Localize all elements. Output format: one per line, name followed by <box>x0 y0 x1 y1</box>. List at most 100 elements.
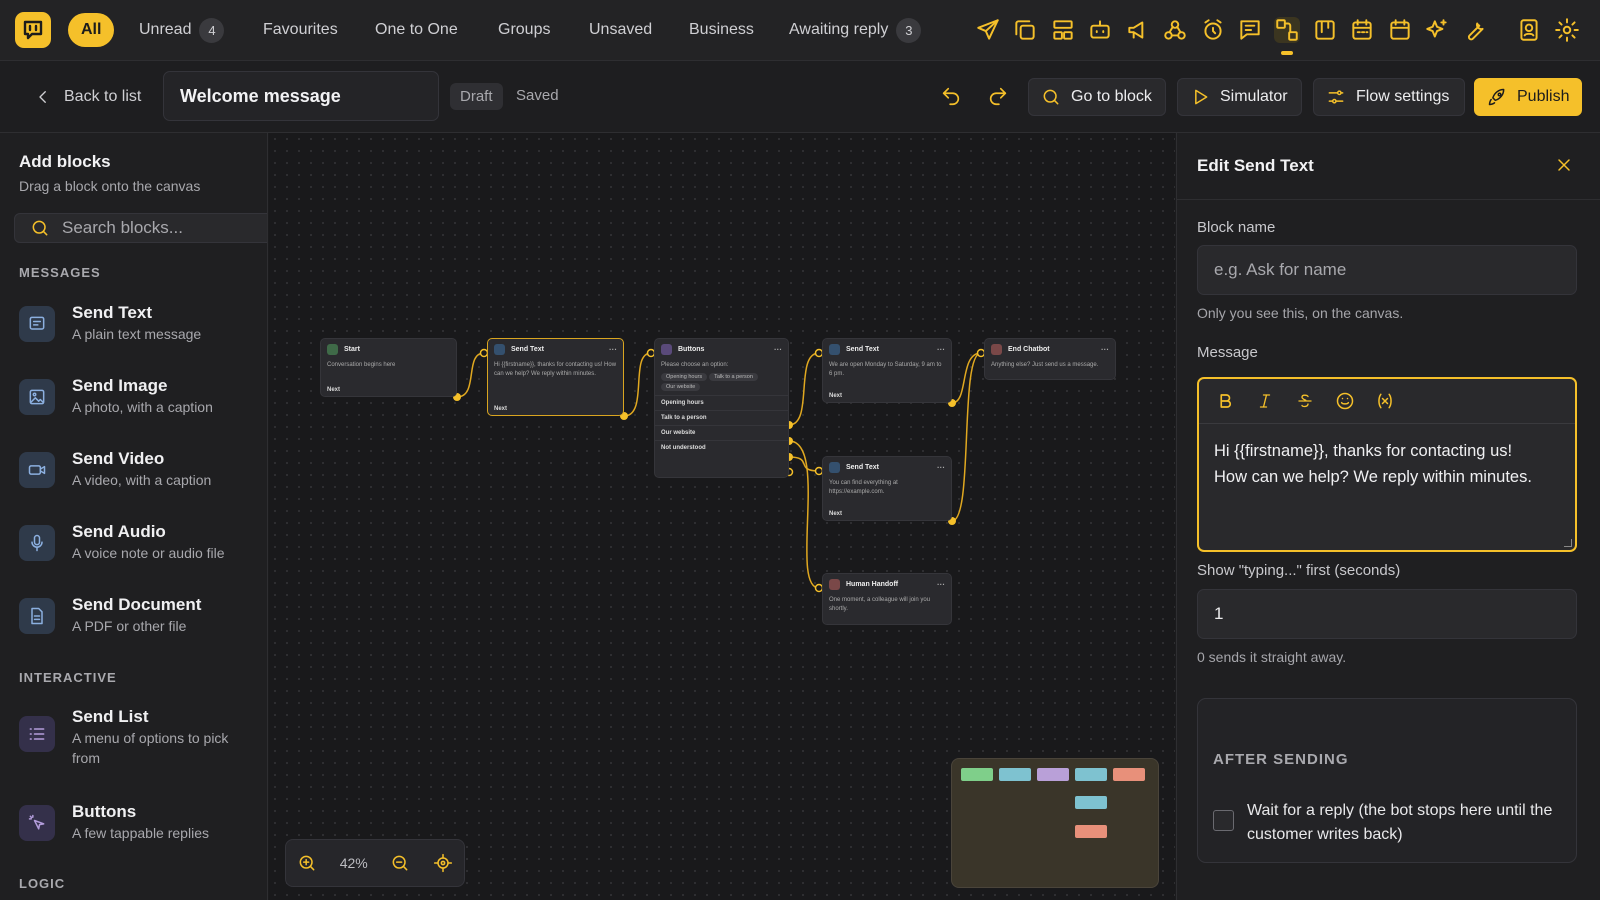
output-our-website: Our website <box>655 425 788 440</box>
emoji-icon[interactable] <box>1331 387 1359 415</box>
node-human-handoff[interactable]: Human Handoff ··· One moment, a colleague… <box>822 573 952 625</box>
message-template-icon[interactable] <box>1237 17 1263 43</box>
awaiting-count-badge: 3 <box>896 17 922 43</box>
more-icon[interactable]: ··· <box>937 463 945 472</box>
bold-icon[interactable] <box>1211 387 1239 415</box>
undo-icon[interactable] <box>940 85 962 107</box>
tap-icon <box>19 805 55 841</box>
node-send-text-website[interactable]: Send Text ··· You can find everything at … <box>822 456 952 521</box>
filter-tab-favourites[interactable]: Favourites <box>263 13 338 47</box>
publish-button[interactable]: Publish <box>1474 78 1582 116</box>
block-send-audio[interactable]: Send Audio A voice note or audio file <box>19 521 264 563</box>
more-icon[interactable]: ··· <box>609 345 617 354</box>
more-icon[interactable]: ··· <box>937 580 945 589</box>
block-send-list[interactable]: Send List A menu of options to pick from <box>19 706 264 768</box>
variable-icon[interactable] <box>1371 387 1399 415</box>
typing-delay-input[interactable]: 1 <box>1197 589 1577 639</box>
node-send-text-hours[interactable]: Send Text ··· We are open Monday to Satur… <box>822 338 952 403</box>
more-icon[interactable]: ··· <box>1101 345 1109 354</box>
more-icon[interactable]: ··· <box>774 345 782 354</box>
editor-title: Edit Send Text <box>1197 156 1314 175</box>
webhook-icon[interactable] <box>1162 17 1188 43</box>
block-send-document[interactable]: Send Document A PDF or other file <box>19 594 264 636</box>
edge-send-buttons <box>623 352 652 417</box>
after-sending-card: AFTER SENDING Wait for a reply (the bot … <box>1197 698 1577 863</box>
more-icon[interactable]: ··· <box>937 345 945 354</box>
block-send-video[interactable]: Send Video A video, with a caption <box>19 448 264 490</box>
wrench-icon[interactable] <box>1462 17 1488 43</box>
go-to-block-button[interactable]: Go to block <box>1028 78 1166 116</box>
filter-tab-awaiting-reply[interactable]: Awaiting reply 3 <box>789 13 922 47</box>
schedule-icon[interactable] <box>1200 17 1226 43</box>
flow-toolbar: Back to list Welcome message Draft Saved… <box>0 61 1600 133</box>
minimap-node-end <box>1113 768 1145 781</box>
block-name-input[interactable]: e.g. Ask for name <box>1197 245 1577 295</box>
zoom-out-icon[interactable] <box>390 853 410 873</box>
video-icon <box>19 452 55 488</box>
edge-send3-end <box>951 352 982 522</box>
top-bar: All Unread 4 Favourites One to One Groups… <box>0 0 1600 61</box>
block-buttons[interactable]: Buttons A few tappable replies <box>19 801 264 843</box>
filter-tab-unsaved[interactable]: Unsaved <box>589 13 652 47</box>
message-textarea[interactable]: Hi {{firstname}}, thanks for contacting … <box>1199 424 1575 504</box>
copy-icon[interactable] <box>1012 17 1038 43</box>
node-send-text-welcome[interactable]: Send Text ··· Hi {{firstname}}, thanks fo… <box>487 338 624 416</box>
kanban-icon[interactable] <box>1312 17 1338 43</box>
section-heading-messages: MESSAGES <box>19 265 101 280</box>
back-to-list-link[interactable]: Back to list <box>34 88 141 106</box>
divider <box>1177 199 1600 200</box>
node-end-chatbot[interactable]: End Chatbot ··· Anything else? Just send … <box>984 338 1116 380</box>
sparkles-icon[interactable] <box>1424 17 1450 43</box>
app-logo-icon[interactable] <box>15 12 51 48</box>
layout-icon[interactable] <box>1050 17 1076 43</box>
minimap-node-start <box>961 768 993 781</box>
simulator-button[interactable]: Simulator <box>1177 78 1302 116</box>
block-search-input[interactable]: Search blocks... <box>14 213 267 243</box>
block-library-panel: Add blocks Drag a block onto the canvas … <box>0 133 268 900</box>
fit-view-icon[interactable] <box>433 853 453 873</box>
contacts-icon[interactable] <box>1516 17 1542 43</box>
filter-tab-groups[interactable]: Groups <box>498 13 550 47</box>
minimap-node-send-text-website <box>1075 796 1107 809</box>
minimap[interactable] <box>951 758 1159 888</box>
panel-subtitle: Drag a block onto the canvas <box>19 178 201 194</box>
wait-for-reply-label: Wait for a reply (the bot stops here unt… <box>1247 802 1553 843</box>
block-send-image[interactable]: Send Image A photo, with a caption <box>19 375 264 417</box>
typing-delay-hint: 0 sends it straight away. <box>1197 649 1347 665</box>
resize-handle-icon[interactable] <box>1564 539 1572 547</box>
node-buttons[interactable]: Buttons ··· Please choose an option: Open… <box>654 338 789 478</box>
filter-tab-business[interactable]: Business <box>689 13 754 47</box>
megaphone-icon[interactable] <box>1125 17 1151 43</box>
flag-icon <box>327 343 338 355</box>
play-icon <box>1190 87 1210 107</box>
search-icon <box>30 218 50 238</box>
minimap-node-send-text <box>999 768 1031 781</box>
calendar-grid-icon[interactable] <box>1349 17 1375 43</box>
redo-icon[interactable] <box>987 85 1009 107</box>
calendar-icon[interactable] <box>1387 17 1413 43</box>
strikethrough-icon[interactable] <box>1291 387 1319 415</box>
minimap-node-buttons <box>1037 768 1069 781</box>
settings-gear-icon[interactable] <box>1554 17 1580 43</box>
message-editor[interactable]: Hi {{firstname}}, thanks for contacting … <box>1197 377 1577 552</box>
minimap-node-handoff <box>1075 825 1107 838</box>
filter-tab-one-to-one[interactable]: One to One <box>375 13 458 47</box>
bot-icon[interactable] <box>1087 17 1113 43</box>
zoom-in-icon[interactable] <box>297 853 317 873</box>
node-start[interactable]: Start Conversation begins here Next <box>320 338 457 397</box>
wait-for-reply-checkbox[interactable] <box>1213 810 1234 831</box>
output-talk-to-person: Talk to a person <box>655 410 788 425</box>
italic-icon[interactable] <box>1251 387 1279 415</box>
headset-icon <box>829 578 840 590</box>
edge-opening-hours <box>788 352 820 426</box>
flow-canvas[interactable]: Start Conversation begins here Next Send… <box>269 133 1175 900</box>
send-icon[interactable] <box>975 17 1001 43</box>
stop-icon <box>991 343 1002 355</box>
block-send-text[interactable]: Send Text A plain text message <box>19 302 264 344</box>
flow-settings-button[interactable]: Flow settings <box>1313 78 1465 116</box>
flow-builder-icon[interactable] <box>1274 17 1300 55</box>
filter-tab-unread[interactable]: Unread 4 <box>139 13 225 47</box>
close-icon[interactable] <box>1554 155 1574 175</box>
flow-name-input[interactable]: Welcome message <box>163 71 439 121</box>
filter-tab-all[interactable]: All <box>68 13 115 47</box>
